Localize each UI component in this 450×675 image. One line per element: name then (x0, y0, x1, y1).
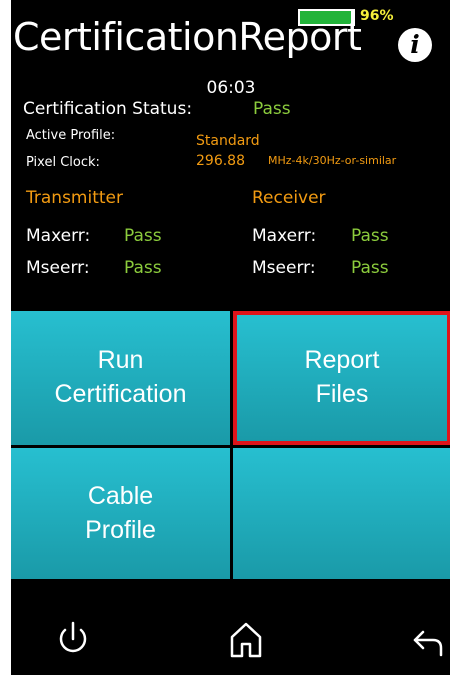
certification-status-label: Certification Status: (23, 99, 193, 119)
cable-profile-line2: Profile (85, 515, 156, 544)
report-files-line2: Files (315, 380, 369, 408)
run-certification-line1: Run (97, 346, 144, 375)
pixel-clock-value: 296.88 (196, 153, 245, 169)
pixel-clock-unit: MHz-4k/30Hz-or-similar (268, 154, 397, 167)
transmitter-maxerr-value: Pass (124, 226, 162, 246)
active-profile-label: Active Profile: (26, 128, 116, 143)
receiver-mseerr-label: Mseerr: (252, 258, 316, 278)
page-title: CertificationReport (13, 15, 362, 59)
clock-time: 06:03 (206, 78, 256, 98)
report-files-button[interactable]: Report Files (233, 311, 450, 445)
cable-profile-line1: Cable (87, 481, 154, 510)
home-icon[interactable] (221, 615, 271, 665)
transmitter-heading: Transmitter (26, 188, 123, 208)
info-icon[interactable]: i (398, 28, 432, 62)
receiver-heading: Receiver (252, 188, 326, 208)
battery-percent: 96% (360, 8, 394, 24)
run-certification-line2: Certification (54, 380, 187, 408)
empty-tile (233, 448, 450, 579)
run-certification-button[interactable]: Run Certification (11, 311, 230, 445)
report-files-line1: Report (304, 346, 380, 375)
power-icon[interactable] (48, 615, 98, 665)
cable-profile-button[interactable]: Cable Profile (11, 448, 230, 579)
receiver-maxerr-value: Pass (351, 226, 389, 246)
active-profile-value: Standard (196, 133, 260, 149)
receiver-mseerr-value: Pass (351, 258, 389, 278)
certification-status-value: Pass (253, 99, 291, 119)
device-screen: 96% CertificationReport i 06:03 Certific… (11, 0, 450, 675)
receiver-maxerr-label: Maxerr: (252, 226, 317, 246)
transmitter-mseerr-value: Pass (124, 258, 162, 278)
transmitter-maxerr-label: Maxerr: (26, 226, 91, 246)
pixel-clock-label: Pixel Clock: (26, 155, 100, 170)
transmitter-mseerr-label: Mseerr: (26, 258, 90, 278)
back-arrow-icon[interactable] (403, 615, 450, 665)
